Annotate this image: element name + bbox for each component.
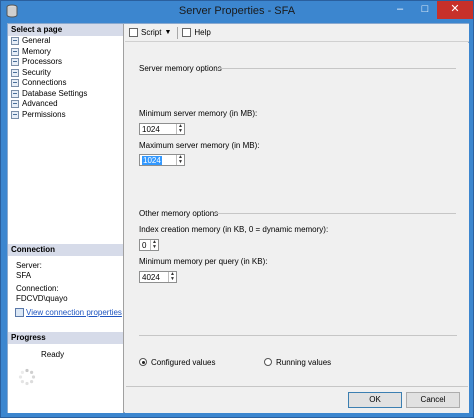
page-item-label: Security bbox=[22, 67, 51, 77]
page-icon bbox=[11, 37, 19, 45]
min-memory-value: 1024 bbox=[142, 125, 160, 134]
page-item-label: Advanced bbox=[22, 99, 58, 108]
footer-divider bbox=[126, 386, 468, 387]
page-item-processors[interactable]: Processors bbox=[11, 57, 62, 67]
page-item-security[interactable]: Security bbox=[11, 68, 51, 78]
index-memory-label: Index creation memory (in KB, 0 = dynami… bbox=[139, 225, 329, 234]
minimize-button[interactable]: – bbox=[387, 1, 413, 19]
connection-properties-icon bbox=[15, 308, 24, 317]
index-memory-value: 0 bbox=[142, 241, 147, 250]
close-button[interactable]: ✕ bbox=[437, 1, 473, 19]
help-icon bbox=[182, 28, 192, 37]
connection-label: Connection: bbox=[16, 284, 59, 293]
radio-selected-icon bbox=[139, 358, 147, 366]
page-item-label: Connections bbox=[22, 78, 67, 87]
query-memory-input[interactable]: 4024 ▲ ▼ bbox=[139, 271, 177, 283]
page-item-label: Processors bbox=[22, 57, 63, 66]
page-icon bbox=[11, 58, 19, 66]
page-item-label: Memory bbox=[22, 46, 51, 56]
toolbar: Script ▼ Help bbox=[125, 24, 469, 42]
view-connection-properties-link[interactable]: View connection properties bbox=[26, 308, 122, 318]
connection-header: Connection bbox=[8, 244, 123, 256]
page-item-label: Database Settings bbox=[22, 88, 88, 98]
page-icon bbox=[11, 100, 19, 108]
max-memory-label: Maximum server memory (in MB): bbox=[139, 141, 260, 150]
radio-unselected-icon bbox=[264, 358, 272, 366]
configured-values-radio[interactable]: Configured values bbox=[139, 357, 215, 367]
page-item-connections[interactable]: Connections bbox=[11, 78, 66, 88]
server-value: SFA bbox=[16, 271, 32, 280]
max-memory-value: 1024 bbox=[142, 156, 162, 165]
page-item-permissions[interactable]: Permissions bbox=[11, 110, 66, 120]
script-button[interactable]: Script ▼ bbox=[129, 26, 171, 40]
left-pane: Select a page General Memory Processors … bbox=[8, 24, 124, 413]
page-icon bbox=[11, 68, 19, 77]
dialog-client-area: Select a page General Memory Processors … bbox=[7, 23, 469, 413]
page-icon bbox=[11, 110, 19, 119]
help-label: Help bbox=[194, 28, 211, 37]
connection-value: FDCVD\quayo bbox=[16, 294, 68, 303]
select-page-header: Select a page bbox=[8, 24, 123, 36]
page-item-general[interactable]: General bbox=[11, 36, 50, 46]
help-button[interactable]: Help bbox=[182, 26, 211, 40]
page-item-label: General bbox=[22, 36, 51, 45]
group-divider bbox=[215, 213, 456, 214]
query-memory-label: Minimum memory per query (in KB): bbox=[139, 257, 268, 266]
server-memory-group-label: Server memory options bbox=[139, 64, 222, 73]
query-memory-value: 4024 bbox=[142, 273, 160, 282]
page-item-database-settings[interactable]: Database Settings bbox=[11, 89, 87, 99]
page-item-advanced[interactable]: Advanced bbox=[11, 99, 58, 109]
min-memory-input[interactable]: 1024 ▲ ▼ bbox=[139, 123, 185, 135]
spinner-arrows[interactable]: ▲ ▼ bbox=[176, 124, 184, 134]
ok-button[interactable]: OK bbox=[348, 392, 402, 408]
page-icon bbox=[11, 89, 19, 98]
running-values-label: Running values bbox=[276, 357, 332, 367]
server-properties-window: Server Properties - SFA – □ ✕ Select a p… bbox=[0, 0, 474, 418]
spinner-arrows[interactable]: ▲ ▼ bbox=[176, 155, 184, 165]
cancel-button[interactable]: Cancel bbox=[406, 392, 460, 408]
progress-status: Ready bbox=[41, 350, 65, 359]
progress-header: Progress bbox=[8, 332, 123, 344]
toolbar-separator bbox=[177, 26, 179, 39]
memory-page: Server memory options Minimum server mem… bbox=[125, 43, 469, 375]
min-memory-label: Minimum server memory (in MB): bbox=[139, 109, 258, 118]
spinner-arrows[interactable]: ▲ ▼ bbox=[150, 240, 158, 250]
index-memory-input[interactable]: 0 ▲ ▼ bbox=[139, 239, 159, 251]
progress-spinner-icon bbox=[18, 368, 36, 386]
script-icon bbox=[129, 28, 138, 37]
script-label: Script bbox=[141, 28, 162, 37]
page-icon bbox=[11, 47, 19, 56]
options-divider bbox=[139, 335, 457, 336]
maximize-button[interactable]: □ bbox=[413, 1, 437, 19]
group-divider bbox=[218, 68, 456, 69]
configured-values-label: Configured values bbox=[151, 357, 216, 367]
chevron-down-icon[interactable]: ▼ bbox=[164, 29, 171, 36]
title-bar[interactable]: Server Properties - SFA – □ ✕ bbox=[1, 1, 473, 23]
running-values-radio[interactable]: Running values bbox=[264, 357, 331, 367]
max-memory-input[interactable]: 1024 ▲ ▼ bbox=[139, 154, 185, 166]
page-item-label: Permissions bbox=[22, 109, 66, 119]
page-item-memory[interactable]: Memory bbox=[11, 47, 51, 57]
server-label: Server: bbox=[16, 261, 42, 270]
other-memory-group-label: Other memory options bbox=[139, 209, 219, 218]
page-icon bbox=[11, 79, 19, 87]
spinner-arrows[interactable]: ▲ ▼ bbox=[168, 272, 176, 282]
